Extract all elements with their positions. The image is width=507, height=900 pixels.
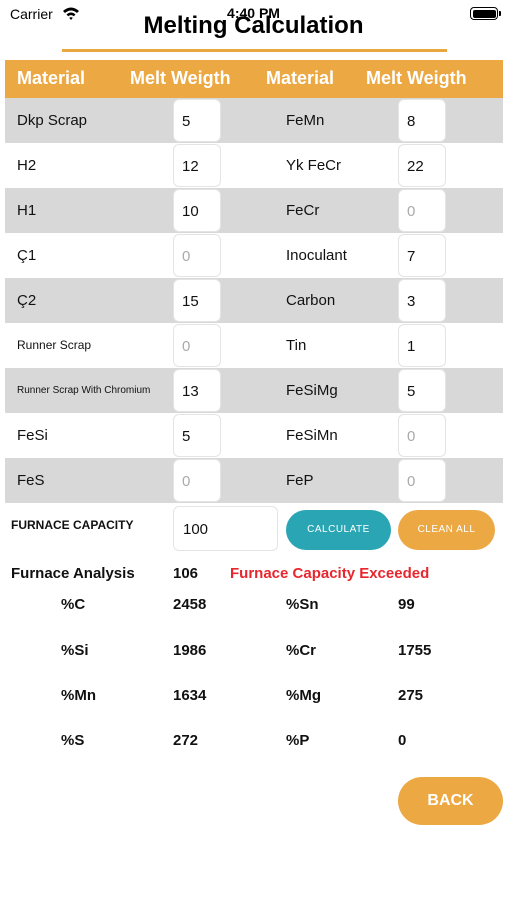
material-label: Runner Scrap With Chromium xyxy=(17,385,151,396)
furnace-analysis-label: Furnace Analysis xyxy=(11,565,135,582)
page-title: Melting Calculation xyxy=(143,12,364,39)
analysis-element-value: 1634 xyxy=(173,687,207,704)
material-label: FeMn xyxy=(286,112,325,129)
melt-weight-input[interactable]: 15 xyxy=(173,279,221,322)
material-label: Yk FeCr xyxy=(286,157,342,174)
table-row: H2 12 Yk FeCr 22 xyxy=(5,143,503,188)
melt-weight-input[interactable]: 13 xyxy=(173,369,221,412)
capacity-warning: Furnace Capacity Exceeded xyxy=(230,565,430,582)
melt-weight-input[interactable]: 0 xyxy=(398,189,446,232)
melt-weight-input[interactable]: 10 xyxy=(173,189,221,232)
analysis-element-label: %Mn xyxy=(61,687,96,704)
furnace-capacity-input[interactable]: 100 xyxy=(173,506,278,551)
header-melt-weight-right: Melt Weigth xyxy=(366,68,467,88)
analysis-element-value: 1986 xyxy=(173,642,207,659)
melt-weight-input[interactable]: 0 xyxy=(398,459,446,502)
table-row: FeS 0 FeP 0 xyxy=(5,458,503,503)
melt-weight-input[interactable]: 0 xyxy=(173,459,221,502)
analysis-element-label: %P xyxy=(286,732,310,749)
analysis-element-value: 99 xyxy=(398,596,415,613)
melt-weight-input[interactable]: 12 xyxy=(173,144,221,187)
header-melt-weight-left: Melt Weigth xyxy=(130,68,231,88)
material-label: Runner Scrap xyxy=(17,338,92,352)
analysis-element-label: %S xyxy=(61,732,85,749)
analysis-element-value: 0 xyxy=(398,732,407,749)
analysis-element-value: 275 xyxy=(398,687,424,704)
material-label: H1 xyxy=(17,202,37,219)
melt-weight-input[interactable]: 5 xyxy=(173,414,221,457)
material-label: Ç1 xyxy=(17,247,37,264)
melt-weight-input[interactable]: 7 xyxy=(398,234,446,277)
material-label: Ç2 xyxy=(17,292,37,309)
melt-weight-input[interactable]: 22 xyxy=(398,144,446,187)
analysis-element-value: 1755 xyxy=(398,642,432,659)
furnace-analysis-value: 106 xyxy=(173,565,199,582)
melt-weight-input[interactable]: 0 xyxy=(398,414,446,457)
material-label: FeSiMn xyxy=(286,427,338,444)
analysis-element-label: %Si xyxy=(61,642,89,659)
analysis-element-value: 272 xyxy=(173,732,199,749)
melt-weight-input[interactable]: 5 xyxy=(398,369,446,412)
table-header: Material Melt Weigth Material Melt Weigt… xyxy=(5,60,503,98)
table-row: FeSi 5 FeSiMn 0 xyxy=(5,413,503,458)
header-material-left: Material xyxy=(17,68,86,88)
material-label: Carbon xyxy=(286,292,336,309)
material-label: FeS xyxy=(17,472,45,489)
table-row: Dkp Scrap 5 FeMn 8 xyxy=(5,98,503,143)
title-underline xyxy=(62,49,447,52)
melt-weight-input[interactable]: 5 xyxy=(173,99,221,142)
table-row: Runner Scrap 0 Tin 1 xyxy=(5,323,503,368)
material-label: Inoculant xyxy=(286,247,347,264)
material-label: FeSi xyxy=(17,427,48,444)
table-row: Runner Scrap With Chromium 13 FeSiMg 5 xyxy=(5,368,503,413)
material-label: Dkp Scrap xyxy=(17,112,88,129)
analysis-element-label: %Mg xyxy=(286,687,321,704)
calculate-button[interactable]: CALCULATE xyxy=(286,510,391,550)
table-row: Ç2 15 Carbon 3 xyxy=(5,278,503,323)
analysis-element-value: 2458 xyxy=(173,596,207,613)
table-row: Ç1 0 Inoculant 7 xyxy=(5,233,503,278)
melt-weight-input[interactable]: 1 xyxy=(398,324,446,367)
melt-weight-input[interactable]: 3 xyxy=(398,279,446,322)
analysis-element-label: %C xyxy=(61,596,86,613)
analysis-element-label: %Cr xyxy=(286,642,317,659)
material-label: FeCr xyxy=(286,202,320,219)
material-label: H2 xyxy=(17,157,37,174)
clean-all-button[interactable]: CLEAN ALL xyxy=(398,510,495,550)
back-button[interactable]: BACK xyxy=(398,777,503,825)
melt-weight-input[interactable]: 8 xyxy=(398,99,446,142)
material-label: FeP xyxy=(286,472,314,489)
analysis-element-label: %Sn xyxy=(286,596,319,613)
melt-weight-input[interactable]: 0 xyxy=(173,234,221,277)
header-material-right: Material xyxy=(266,68,335,88)
table-row: H1 10 FeCr 0 xyxy=(5,188,503,233)
material-label: FeSiMg xyxy=(286,382,338,399)
melt-weight-input[interactable]: 0 xyxy=(173,324,221,367)
furnace-capacity-label: FURNACE CAPACITY xyxy=(11,518,134,532)
material-label: Tin xyxy=(286,337,307,354)
